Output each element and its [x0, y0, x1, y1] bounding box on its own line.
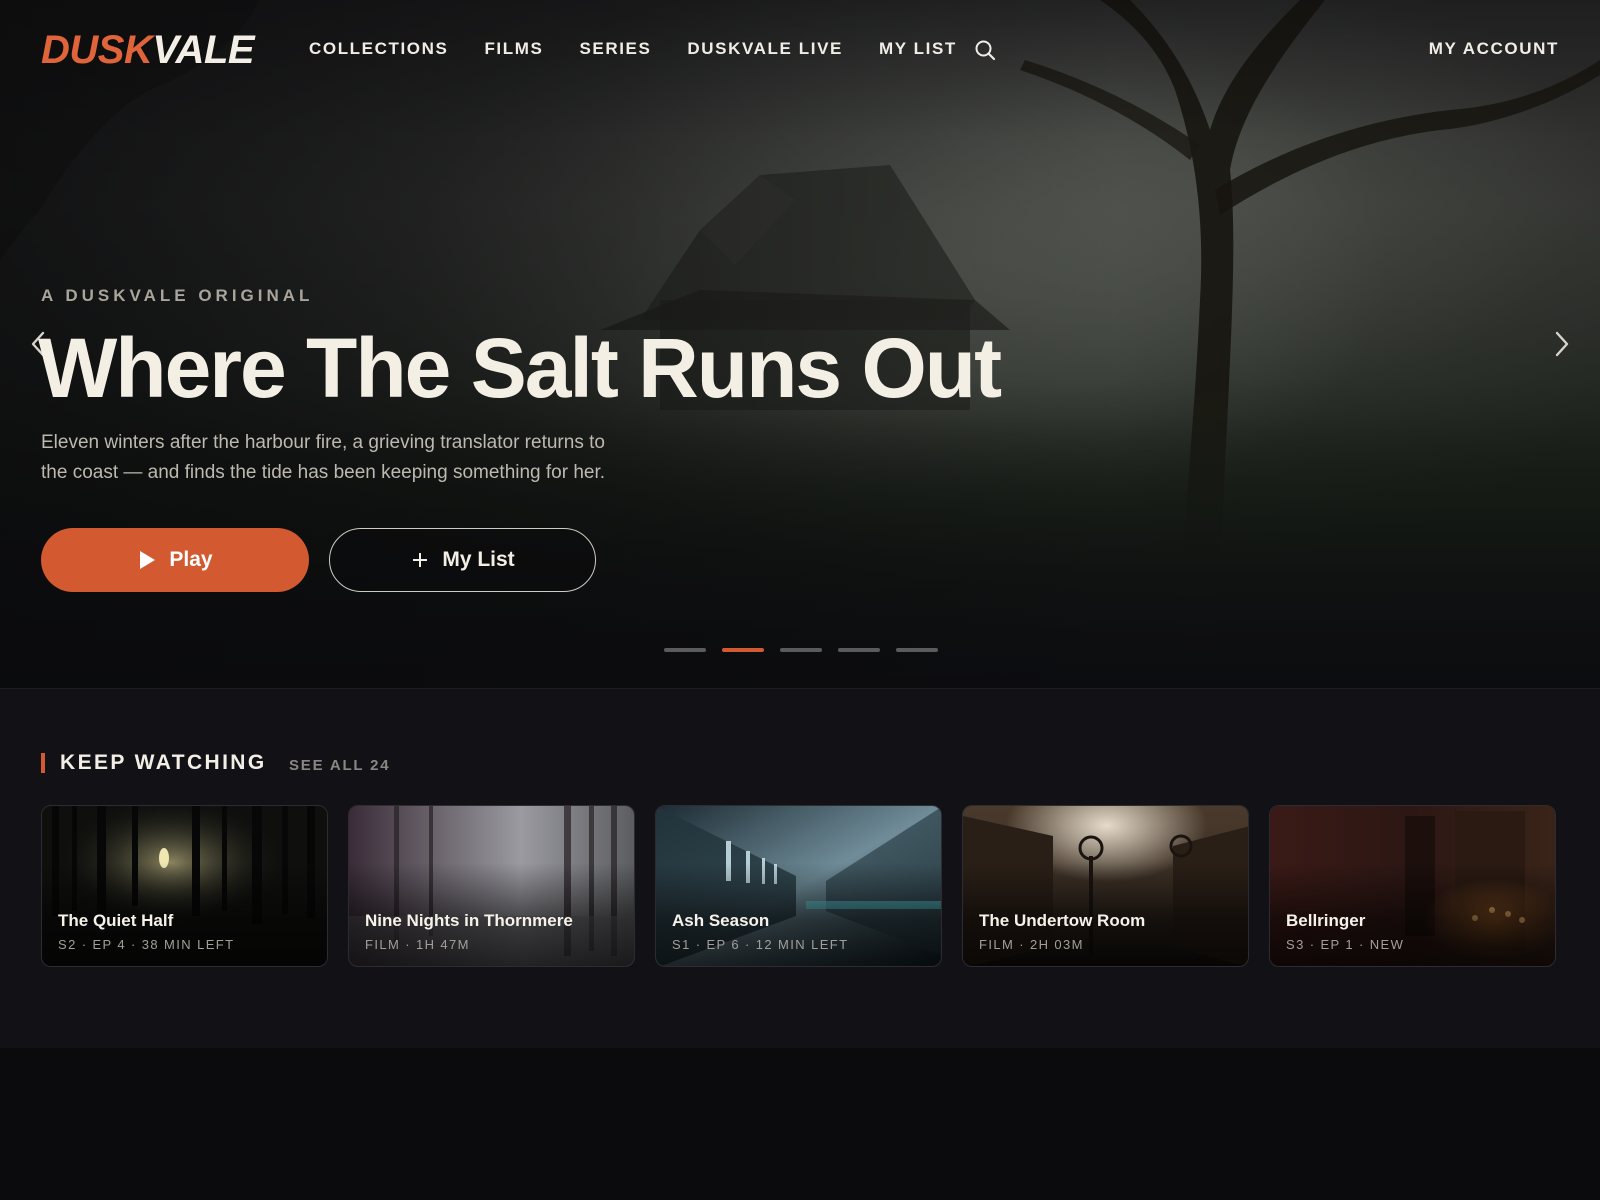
- card-title: Ash Season: [672, 911, 770, 930]
- title-card[interactable]: Ash Season S1 · EP 6 · 12 MIN LEFT: [655, 805, 942, 967]
- carousel-dot[interactable]: [780, 648, 822, 652]
- search-icon[interactable]: [974, 39, 996, 61]
- title-card[interactable]: The Undertow Room FILM · 2H 03M: [962, 805, 1249, 967]
- carousel-dot[interactable]: [838, 648, 880, 652]
- nav-links: COLLECTIONS FILMS SERIES DUSKVALE LIVE M…: [309, 38, 993, 60]
- play-icon: [140, 551, 156, 569]
- play-button[interactable]: Play: [41, 528, 309, 592]
- logo-part-2: VALE: [152, 28, 255, 72]
- nav-link-films[interactable]: FILMS: [484, 38, 543, 60]
- hero-title: Where The Salt Runs Out: [38, 321, 1002, 415]
- title-card[interactable]: Bellringer S3 · EP 1 · NEW: [1269, 805, 1556, 967]
- keep-watching-row: The Quiet Half S2 · EP 4 · 38 MIN LEFT N…: [41, 805, 1556, 967]
- hero-synopsis: Eleven winters after the harbour fire, a…: [41, 428, 661, 488]
- nav-link-collections[interactable]: COLLECTIONS: [309, 38, 448, 60]
- carousel-dot[interactable]: [896, 648, 938, 652]
- chevron-right-icon[interactable]: [1550, 329, 1572, 359]
- see-all-link[interactable]: SEE ALL 24: [289, 756, 390, 776]
- carousel-dot[interactable]: [722, 648, 764, 652]
- plus-icon: [413, 553, 428, 567]
- hero-eyebrow: A DUSKVALE ORIGINAL: [41, 286, 314, 305]
- play-button-label: Play: [169, 548, 213, 571]
- add-to-my-list-button[interactable]: My List: [329, 528, 596, 592]
- logo-part-1: DUSK: [41, 28, 153, 72]
- card-meta: FILM · 2H 03M: [979, 937, 1084, 952]
- my-account-link[interactable]: MY ACCOUNT: [1429, 38, 1559, 60]
- card-meta: FILM · 1H 47M: [365, 937, 470, 952]
- card-title: The Quiet Half: [58, 911, 174, 930]
- card-title: Bellringer: [1286, 911, 1366, 930]
- card-meta: S3 · EP 1 · NEW: [1286, 937, 1405, 952]
- title-card[interactable]: Nine Nights in Thornmere FILM · 1H 47M: [348, 805, 635, 967]
- synopsis-line-2: the coast — and finds the tide has been …: [41, 462, 606, 483]
- brand-logo[interactable]: DUSKVALE: [41, 28, 255, 72]
- carousel-indicators: [664, 648, 954, 652]
- page-footer-area: [0, 1048, 1600, 1200]
- nav-link-duskvale-live[interactable]: DUSKVALE LIVE: [687, 38, 843, 60]
- card-title: The Undertow Room: [979, 911, 1146, 930]
- top-navigation: DUSKVALE COLLECTIONS FILMS SERIES DUSKVA…: [0, 0, 1600, 100]
- synopsis-line-1: Eleven winters after the harbour fire, a…: [41, 432, 605, 453]
- my-list-button-label: My List: [442, 548, 515, 571]
- nav-link-series[interactable]: SERIES: [579, 38, 651, 60]
- title-card[interactable]: The Quiet Half S2 · EP 4 · 38 MIN LEFT: [41, 805, 328, 967]
- section-accent-bar: [41, 753, 45, 773]
- card-meta: S1 · EP 6 · 12 MIN LEFT: [672, 937, 849, 952]
- nav-link-my-list[interactable]: MY LIST: [879, 38, 957, 60]
- card-title: Nine Nights in Thornmere: [365, 911, 573, 930]
- carousel-dot[interactable]: [664, 648, 706, 652]
- card-meta: S2 · EP 4 · 38 MIN LEFT: [58, 937, 235, 952]
- section-title: KEEP WATCHING: [60, 751, 267, 774]
